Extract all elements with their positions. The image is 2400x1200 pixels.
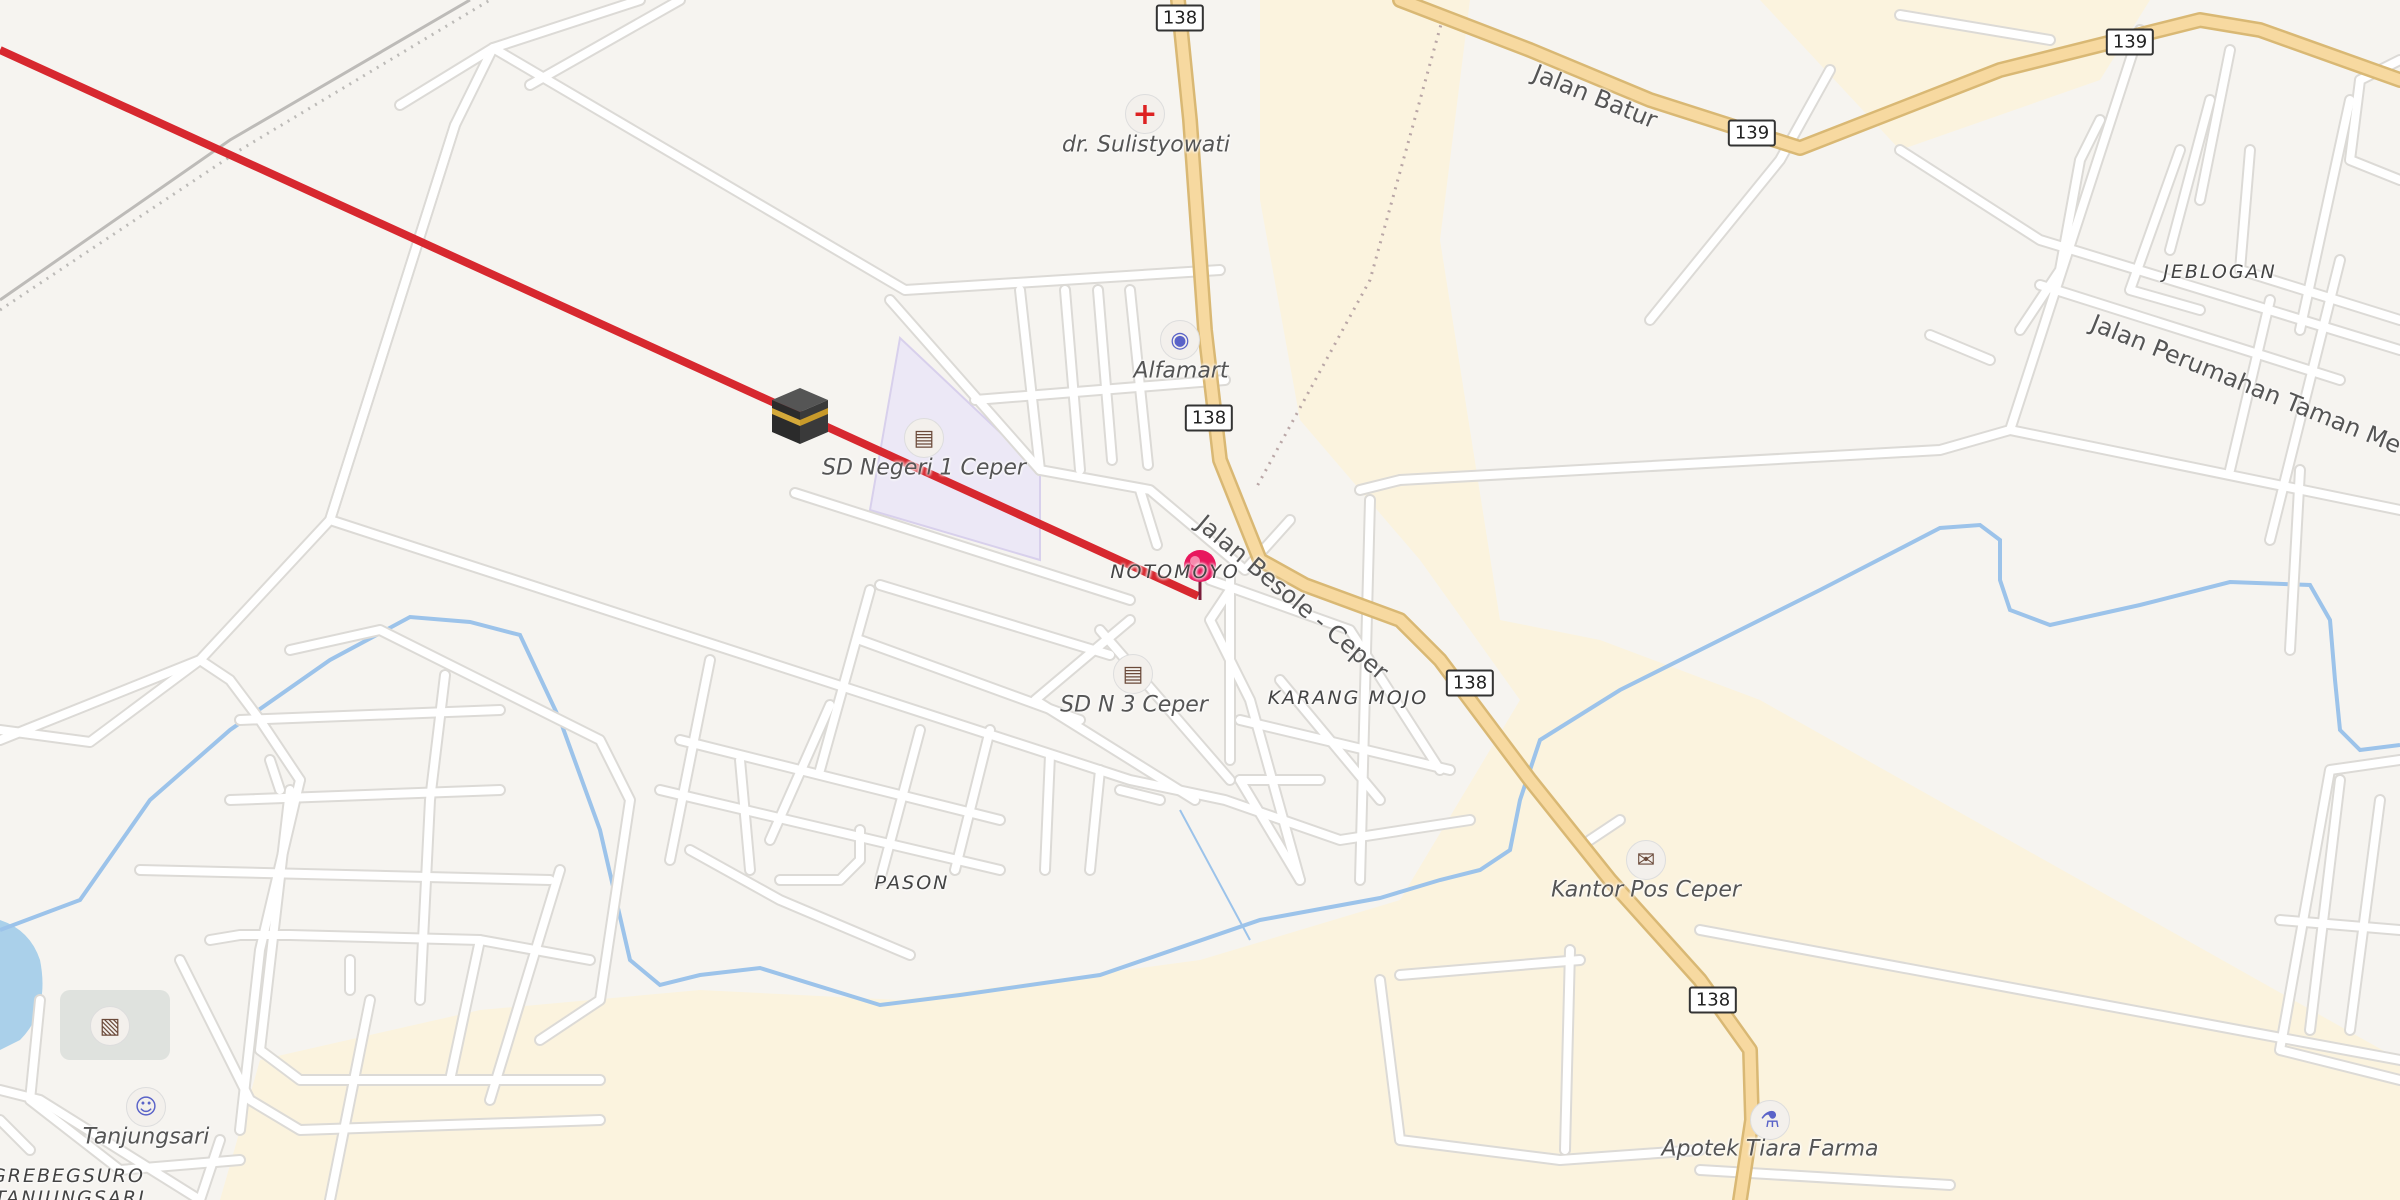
theatre-icon[interactable]: ☺ (126, 1087, 166, 1127)
minor-road[interactable] (266, 756, 284, 794)
school-icon[interactable]: ▤ (904, 418, 944, 458)
minor-road[interactable] (666, 656, 714, 864)
route-shield: 138 (1445, 669, 1495, 697)
map-canvas[interactable] (0, 0, 2400, 1200)
cemetery-icon[interactable]: ▧ (90, 1006, 130, 1046)
road-casing (284, 624, 636, 1046)
route-shield: 138 (1688, 986, 1738, 1014)
minor-road[interactable] (2286, 466, 2304, 654)
minor-road[interactable] (1356, 426, 2400, 514)
poi-label-alfamart: Alfamart (1133, 358, 1229, 384)
minor-road[interactable] (1561, 946, 1574, 1154)
minor-road[interactable] (326, 121, 459, 524)
poi-label-tanjungsari: Tanjungsari (82, 1124, 210, 1150)
route-shield: 139 (1727, 119, 1777, 147)
minor-road[interactable] (396, 44, 1224, 294)
place-label-jeblogan: JEBLOGAN (2163, 261, 2277, 283)
place-label-pason: PASON (874, 872, 950, 894)
minor-road[interactable] (1116, 786, 1164, 804)
minor-road[interactable] (0, 44, 497, 744)
minor-road[interactable] (876, 581, 1114, 659)
minor-road[interactable] (2346, 796, 2384, 1034)
doctor-icon[interactable]: + (1125, 94, 1165, 134)
minor-road[interactable] (0, 1116, 34, 1154)
route-shield: 138 (1155, 4, 1205, 32)
place-label-tanjungsari: TANJUNGSARI (0, 1187, 146, 1200)
route-shield: 138 (1184, 404, 1234, 432)
map-view[interactable]: Jalan Batur Jalan Besole - Ceper Jalan P… (0, 0, 2400, 1200)
minor-road[interactable] (1041, 751, 1054, 874)
shopping-basket-icon[interactable]: ◉ (1160, 320, 1200, 360)
minor-road[interactable] (286, 626, 634, 1044)
minor-road[interactable] (1926, 331, 1994, 364)
poi-label-apotek: Apotek Tiara Farma (1661, 1136, 1879, 1162)
minor-road[interactable] (136, 866, 554, 884)
poi-label-sd-n3: SD N 3 Ceper (1060, 692, 1208, 718)
minor-road[interactable] (1086, 766, 1104, 874)
poi-label-sd-negeri: SD Negeri 1 Ceper (822, 455, 1026, 481)
minor-road[interactable] (876, 726, 924, 884)
minor-road[interactable] (736, 756, 754, 874)
minor-road[interactable] (951, 726, 994, 874)
school-icon[interactable]: ▤ (1113, 654, 1153, 694)
route-shield: 139 (2105, 28, 2155, 56)
place-label-notomoyo: NOTOMOYO (1110, 561, 1240, 583)
minor-road[interactable] (236, 706, 504, 724)
place-label-grebegsuro: GREBEGSURO (0, 1165, 145, 1187)
kaaba-icon[interactable] (772, 388, 828, 444)
post-office-icon[interactable]: ✉ (1626, 840, 1666, 880)
road-casing (394, 42, 1226, 296)
minor-road[interactable] (226, 786, 504, 804)
poi-label-doctor: dr. Sulistyowati (1062, 132, 1230, 158)
pharmacy-icon[interactable]: ⚗ (1750, 1100, 1790, 1140)
place-label-karang-mojo: KARANG MOJO (1267, 687, 1429, 709)
road-casing (0, 42, 499, 746)
poi-label-kantor-pos: Kantor Pos Ceper (1551, 877, 1741, 903)
